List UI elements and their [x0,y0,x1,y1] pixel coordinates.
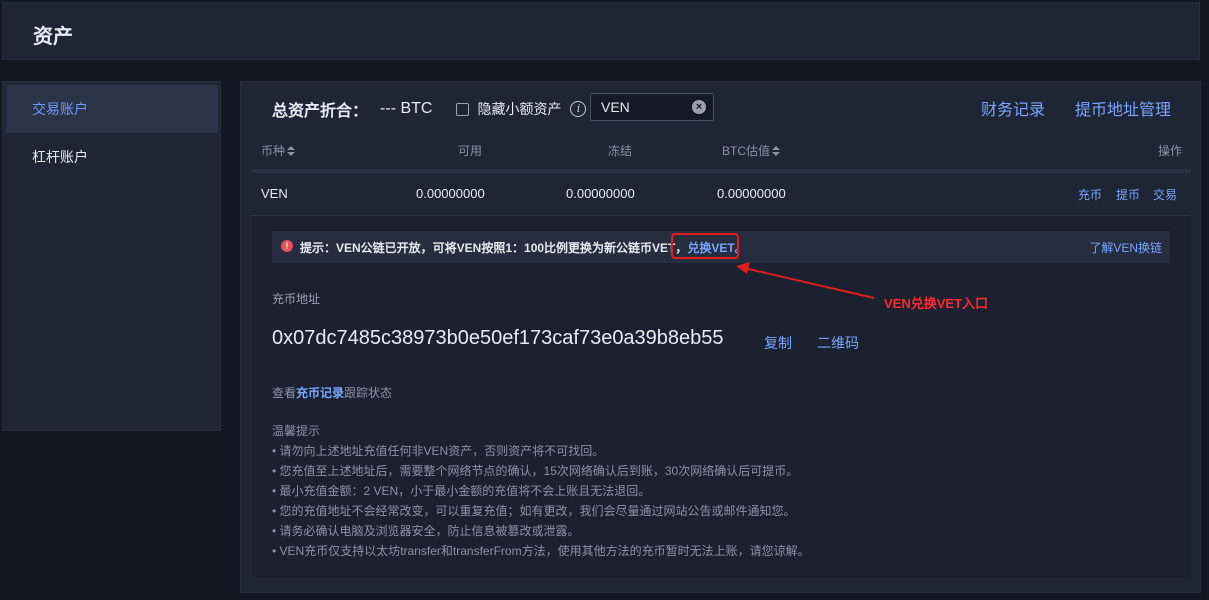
deposit-address: 0x07dc7485c38973b0e50ef173caf73e0a39b8eb… [272,327,724,349]
cell-coin: VEN [261,186,288,201]
withdraw-address-management-link[interactable]: 提币地址管理 [1075,96,1171,120]
header-available: 可用 [458,144,483,158]
total-assets-value: --- BTC [380,100,433,117]
sort-icon[interactable] [287,146,296,157]
warm-tips-title: 温馨提示 [272,424,321,438]
list-item: • 请务必确认电脑及浏览器安全，防止信息被篡改或泄露。 [272,524,580,538]
header-coin[interactable]: 币种 [261,142,296,159]
cell-available: 0.00000000 [416,186,485,201]
trade-button[interactable]: 交易 [1153,186,1177,203]
notice-message: 提示：VEN公链已开放，可将VEN按照1：100比例更换为新公链币VET， [300,241,688,255]
notice-bar: ! 提示：VEN公链已开放，可将VEN按照1：100比例更换为新公链币VET，兑… [272,231,1170,263]
qrcode-button[interactable]: 二维码 [817,333,859,353]
sidebar: 交易账户 杠杆账户 [2,81,221,431]
financial-records-link[interactable]: 财务记录 [981,96,1045,120]
record-suffix: 跟踪状态 [344,386,393,400]
deposit-detail-panel: ! 提示：VEN公链已开放，可将VEN按照1：100比例更换为新公链币VET，兑… [252,215,1191,578]
warm-tips: 温馨提示 • 请勿向上述地址充值任何非VEN资产，否则资产将不可找回。 • 您充… [272,421,810,561]
deposit-records-link[interactable]: 充币记录 [296,386,344,400]
checkbox-box[interactable] [456,102,470,116]
list-item: • 最小充值金额：2 VEN，小于最小金额的充值将不会上账且无法退回。 [272,484,651,498]
withdraw-button[interactable]: 提币 [1116,186,1140,203]
main-panel: 总资产折合： --- BTC 隐藏小额资产 i × 财务记录 提币地址管理 币种… [240,81,1201,593]
list-item: • VEN充币仅支持以太坊transfer和transferFrom方法，使用其… [272,544,810,558]
coin-search: × [590,93,714,121]
asset-summary: 总资产折合： --- BTC 隐藏小额资产 i [272,96,587,122]
info-circle-icon[interactable]: i [570,101,587,117]
annotation-label: VEN兑换VET入口 [884,296,989,311]
hide-small-assets-label: 隐藏小额资产 [477,101,562,117]
table-row: VEN 0.00000000 0.00000000 0.00000000 充币 … [252,173,1191,215]
annotation-arrow [736,262,875,299]
coin-search-input[interactable] [591,94,691,120]
alert-circle-icon: ! [281,240,293,252]
header-frozen: 冻结 [608,144,633,158]
copy-address-button[interactable]: 复制 [764,333,792,353]
record-prefix: 查看 [272,386,297,400]
header-btc-value[interactable]: BTC估值 [722,142,781,159]
sidebar-item-margin-account[interactable]: 杠杆账户 [6,133,218,181]
sidebar-item-trading-account[interactable]: 交易账户 [6,85,218,133]
annotation-highlight-box [671,233,739,259]
list-item: • 请勿向上述地址充值任何非VEN资产，否则资产将不可找回。 [272,444,605,458]
header-actions: 操作 [1158,144,1183,158]
cell-btc-value: 0.00000000 [717,186,786,201]
hide-small-assets-checkbox[interactable]: 隐藏小额资产 [456,99,561,119]
cell-frozen: 0.00000000 [566,186,635,201]
header-coin-label: 币种 [261,144,286,158]
deposit-record-hint: 查看充币记录跟踪状态 [272,384,392,401]
deposit-button[interactable]: 充币 [1078,186,1102,203]
header-btc-value-label: BTC估值 [722,144,771,158]
list-item: • 您充值至上述地址后，需要整个网络节点的确认，15次网络确认后到账，30次网络… [272,464,799,478]
list-item: • 您的充值地址不会经常改变，可以重复充值；如有更改，我们会尽量通过网站公告或邮… [272,504,796,518]
learn-ven-swap-link[interactable]: 了解VEN换链 [1089,239,1162,256]
clear-circle-icon[interactable]: × [692,100,706,114]
page-title: 资产 [33,26,73,48]
sort-icon[interactable] [772,146,781,157]
top-header: 资产 [2,2,1200,60]
deposit-address-label: 充币地址 [272,292,321,306]
total-assets-label: 总资产折合： [272,103,369,120]
